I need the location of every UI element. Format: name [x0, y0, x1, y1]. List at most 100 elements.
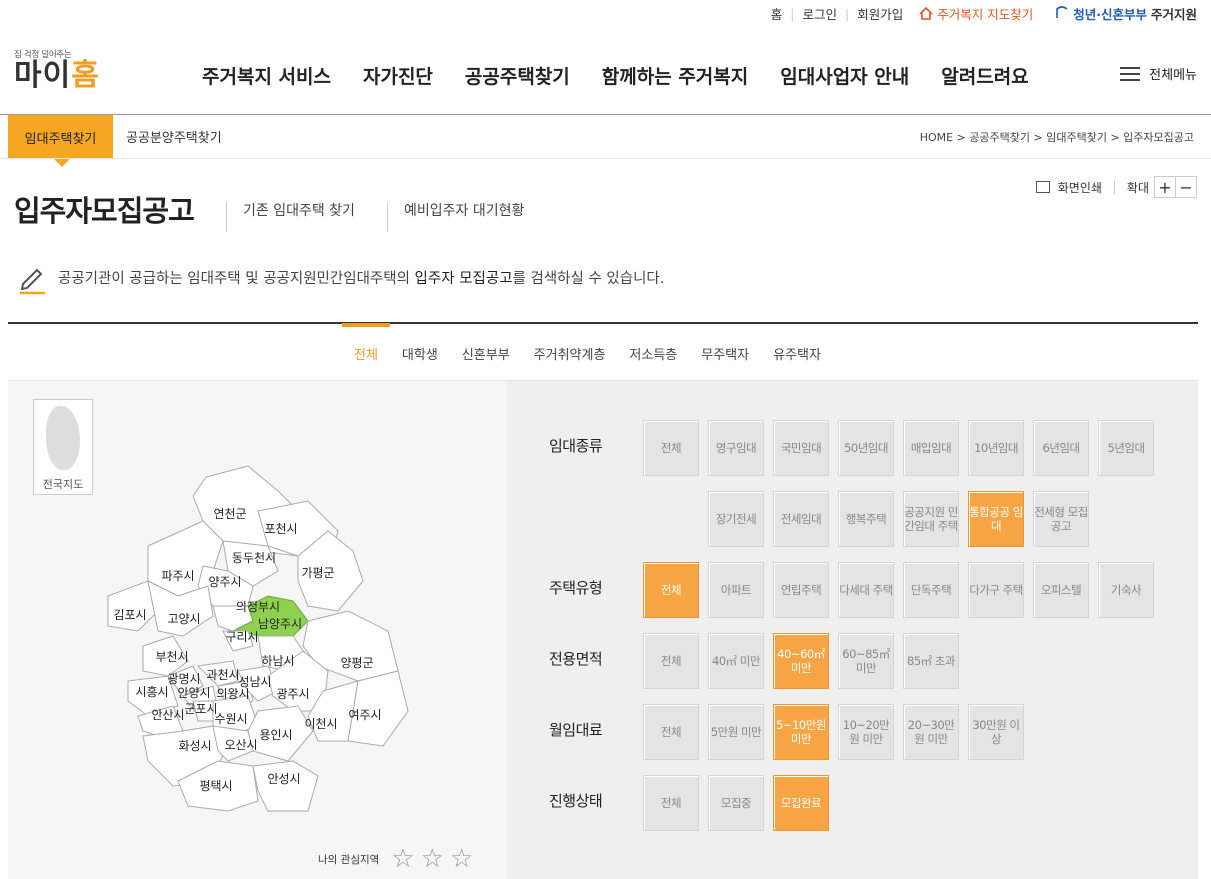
subtab-sale[interactable]: 공공분양주택찾기: [126, 127, 222, 146]
star-icon-1[interactable]: ☆: [391, 846, 414, 872]
desc-pre: 공공기관이 공급하는 임대주택 및 공공지원민간임대주택의: [58, 271, 415, 287]
filter-status-option[interactable]: 전체: [643, 775, 699, 831]
youth-housing-link[interactable]: 청년·신혼부부 주거지원: [1055, 4, 1197, 23]
filter-area-option[interactable]: 60~85㎡ 미만: [838, 633, 894, 689]
print-button[interactable]: 화면인쇄: [1058, 179, 1102, 196]
all-menu-button[interactable]: 전체메뉴: [1120, 64, 1197, 83]
waitlist-link[interactable]: 예비입주자 대기현황: [387, 202, 524, 232]
subnav-divider: [0, 158, 1211, 159]
nav-self-check[interactable]: 자가진단: [347, 62, 449, 89]
region-label: 안성시: [267, 772, 300, 786]
filter-house-type-option[interactable]: 다가구 주택: [968, 562, 1024, 618]
filter-rent-type-option[interactable]: 전세임대: [773, 491, 829, 547]
filter-house-type-option[interactable]: 전체: [643, 562, 699, 618]
region-label: 군포시: [184, 702, 217, 716]
region-label: 남양주시: [258, 617, 302, 631]
tab-homeowner[interactable]: 유주택자: [761, 344, 833, 363]
filter-monthly-option[interactable]: 전체: [643, 704, 699, 760]
region-label: 오산시: [224, 738, 257, 752]
login-link[interactable]: 로그인: [803, 4, 838, 23]
filter-rent-type-option[interactable]: 5년임대: [1098, 420, 1154, 476]
home-link[interactable]: 홈: [771, 4, 783, 23]
filter-house-type-option[interactable]: 아파트: [708, 562, 764, 618]
divider: |: [790, 5, 795, 21]
nav-housing-welfare[interactable]: 주거복지 서비스: [186, 62, 347, 89]
filter-house-type-option[interactable]: 오피스텔: [1033, 562, 1089, 618]
nav-public-housing[interactable]: 공공주택찾기: [449, 62, 586, 92]
filter-panel: 임대종류 주택유형 전용면적 월임대료 진행상태 전체 영구임대 국민임대 50년임대…: [507, 380, 1198, 879]
filter-label-house-type: 주택유형: [549, 579, 603, 597]
filter-area-option[interactable]: 40㎡ 미만: [708, 633, 764, 689]
region-shape[interactable]: [252, 760, 319, 812]
filter-status-option[interactable]: 모집중: [708, 775, 764, 831]
divider: [1113, 180, 1115, 194]
filter-rent-type-option[interactable]: 전체: [643, 420, 699, 476]
filter-house-type-option[interactable]: 기숙사: [1098, 562, 1154, 618]
filter-rent-type-option[interactable]: 전세형 모집공고: [1033, 491, 1089, 547]
subtab-rental[interactable]: 임대주택찾기: [8, 115, 113, 167]
region-label: 양주시: [208, 575, 241, 589]
tab-vulnerable[interactable]: 주거취약계층: [522, 344, 618, 363]
page-title: 입주자모집공고: [14, 194, 195, 228]
region-label: 파주시: [161, 569, 194, 583]
pencil-icon: [20, 268, 45, 295]
region-label: 시흥시: [135, 685, 168, 699]
nav-landlord[interactable]: 임대사업자 안내: [764, 62, 925, 89]
utility-bar: 홈 | 로그인 | 회원가입 주거복지 지도찾기 청년·신혼부부 주거지원: [771, 0, 1197, 26]
site-logo[interactable]: 집 걱정 덜어주는 마이홈: [14, 48, 124, 94]
region-label: 성남시: [238, 675, 271, 689]
filter-label-monthly: 월임대료: [549, 721, 603, 739]
filter-rent-type-option[interactable]: 영구임대: [708, 420, 764, 476]
youth-label-a: 청년·신혼부부: [1073, 6, 1147, 22]
star-icon-2[interactable]: ☆: [421, 846, 444, 872]
existing-rental-link[interactable]: 기존 임대주택 찾기: [226, 202, 355, 232]
region-label: 동두천시: [232, 550, 276, 565]
region-map-panel: 전국지도 연천군 포천시 동두천시 파주시 양주시 가평군 김포시 고양시 의정…: [8, 380, 507, 879]
filter-house-type-option[interactable]: 단독주택: [903, 562, 959, 618]
nav-together[interactable]: 함께하는 주거복지: [586, 62, 764, 89]
filter-rent-type-option[interactable]: 장기전세: [708, 491, 764, 547]
region-label: 광명시: [167, 672, 200, 686]
filter-area-option[interactable]: 85㎡ 초과: [903, 633, 959, 689]
page-tools: 화면인쇄 확대 + −: [1035, 176, 1197, 198]
region-label: 화성시: [178, 739, 211, 753]
filter-rent-type-option[interactable]: 공공지원 민간임대 주택: [903, 491, 959, 547]
star-icon-3[interactable]: ☆: [450, 846, 473, 872]
join-link[interactable]: 회원가입: [857, 4, 903, 23]
filter-status-option[interactable]: 모집완료: [773, 775, 829, 831]
breadcrumb: HOME > 공공주택찾기 > 임대주택찾기 > 입주자모집공고: [919, 131, 1194, 144]
filter-rent-type-option[interactable]: 국민임대: [773, 420, 829, 476]
filter-rent-type-option[interactable]: 매입임대: [903, 420, 959, 476]
print-icon: [1035, 181, 1050, 193]
tab-newlywed[interactable]: 신혼부부: [450, 344, 522, 363]
filter-rent-type-option[interactable]: 통합공공 임대: [968, 491, 1024, 547]
region-label: 김포시: [113, 608, 146, 622]
filter-monthly-option[interactable]: 20~30만원 미만: [903, 704, 959, 760]
tab-homeless[interactable]: 무주택자: [689, 344, 761, 363]
filter-area-option[interactable]: 전체: [643, 633, 699, 689]
region-label: 연천군: [213, 506, 246, 521]
filter-area-option[interactable]: 40~60㎡ 미만: [773, 633, 829, 689]
welfare-map-link[interactable]: 주거복지 지도찾기: [919, 4, 1033, 23]
filter-rent-type-option[interactable]: 행복주택: [838, 491, 894, 547]
filter-rent-type-option[interactable]: 10년임대: [968, 420, 1024, 476]
tab-university[interactable]: 대학생: [390, 344, 450, 363]
youth-label-b: 주거지원: [1150, 6, 1197, 22]
zoom-label: 확대: [1126, 180, 1149, 195]
content-divider: [8, 322, 1198, 324]
filter-monthly-option[interactable]: 5만원 미만: [708, 704, 764, 760]
tab-all[interactable]: 전체: [342, 323, 390, 363]
filter-house-type-option[interactable]: 다세대 주택: [838, 562, 894, 618]
zoom-out-button[interactable]: −: [1175, 176, 1197, 198]
nav-notice[interactable]: 알려드려요: [925, 62, 1044, 89]
filter-house-type-option[interactable]: 연립주택: [773, 562, 829, 618]
logo-name-a: 마이: [14, 58, 72, 93]
desc-post: 를 검색하실 수 있습니다.: [512, 271, 665, 287]
zoom-in-button[interactable]: +: [1154, 176, 1176, 198]
filter-rent-type-option[interactable]: 6년임대: [1033, 420, 1089, 476]
filter-monthly-option[interactable]: 10~20만원 미만: [838, 704, 894, 760]
filter-monthly-option[interactable]: 30만원 이상: [968, 704, 1024, 760]
tab-low-income[interactable]: 저소득층: [617, 344, 689, 363]
filter-rent-type-option[interactable]: 50년임대: [838, 420, 894, 476]
filter-monthly-option[interactable]: 5~10만원 미만: [773, 704, 829, 760]
